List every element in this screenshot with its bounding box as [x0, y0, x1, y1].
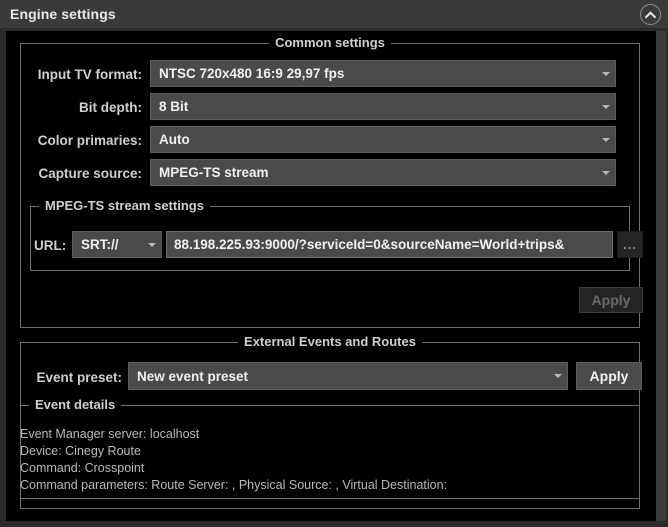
external-events-group-title: External Events and Routes — [238, 334, 422, 349]
engine-settings-window: Engine settings Common settings Input TV… — [0, 0, 668, 527]
capture-source-label: Capture source: — [38, 166, 142, 181]
external-events-apply-button[interactable]: Apply — [576, 362, 642, 390]
capture-source-value: MPEG-TS stream — [159, 165, 269, 180]
url-protocol-value: SRT:// — [81, 237, 119, 252]
color-primaries-label: Color primaries: — [37, 133, 142, 148]
event-preset-combobox[interactable]: New event preset — [128, 362, 568, 390]
chevron-up-circle-icon — [645, 10, 656, 18]
event-detail-line: Event Manager server: localhost — [20, 427, 200, 441]
event-detail-line: Command parameters: Route Server: , Phys… — [20, 478, 448, 492]
mpeg-ts-group-title: MPEG-TS stream settings — [39, 198, 210, 213]
chevron-down-icon — [597, 71, 615, 76]
event-detail-line: Device: Cinegy Route — [20, 444, 141, 458]
chevron-down-icon — [549, 374, 567, 378]
event-preset-value: New event preset — [137, 368, 249, 384]
vertical-scrollbar[interactable] — [656, 31, 666, 521]
window-title: Engine settings — [10, 6, 116, 22]
common-settings-group-title: Common settings — [269, 35, 391, 50]
color-primaries-value: Auto — [159, 132, 190, 147]
input-tv-format-value: NTSC 720x480 16:9 29,97 fps — [159, 66, 345, 81]
url-input-value: 88.198.225.93:9000/?serviceId=0&sourceNa… — [174, 237, 565, 252]
bit-depth-value: 8 Bit — [159, 99, 189, 114]
event-preset-label: Event preset: — [36, 370, 122, 385]
url-protocol-combobox[interactable]: SRT:// — [72, 231, 162, 258]
bit-depth-combobox[interactable]: 8 Bit — [150, 93, 616, 120]
bit-depth-label: Bit depth: — [79, 100, 142, 115]
chevron-down-icon — [597, 170, 615, 175]
chevron-down-icon — [597, 137, 615, 142]
chevron-down-icon — [597, 104, 615, 109]
input-tv-format-label: Input TV format: — [37, 67, 142, 82]
url-browse-button[interactable]: ... — [617, 231, 643, 258]
event-details-group-title: Event details — [29, 397, 122, 412]
color-primaries-combobox[interactable]: Auto — [150, 126, 616, 153]
url-label: URL: — [34, 238, 67, 253]
window-titlebar: Engine settings — [0, 0, 668, 28]
event-detail-line: Command: Crosspoint — [20, 461, 145, 475]
settings-panel-body: Common settings Input TV format: NTSC 72… — [0, 28, 668, 527]
chevron-down-icon — [143, 242, 161, 247]
collapse-panel-button[interactable] — [640, 4, 661, 25]
input-tv-format-combobox[interactable]: NTSC 720x480 16:9 29,97 fps — [150, 60, 616, 87]
capture-source-combobox[interactable]: MPEG-TS stream — [150, 159, 616, 186]
url-input[interactable]: 88.198.225.93:9000/?serviceId=0&sourceNa… — [166, 231, 613, 258]
common-settings-apply-button[interactable]: Apply — [579, 287, 643, 313]
settings-content-area: Common settings Input TV format: NTSC 72… — [6, 31, 656, 521]
